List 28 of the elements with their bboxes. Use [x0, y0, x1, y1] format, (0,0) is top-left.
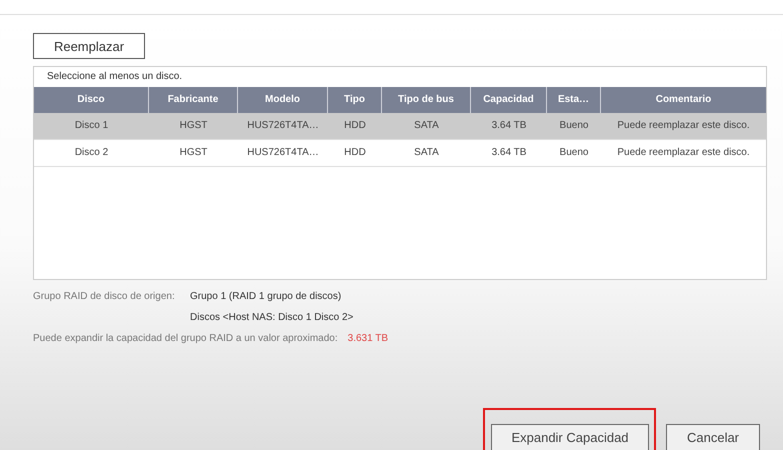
table-cell-text: HUS726T4TA… — [246, 119, 320, 133]
table-cell-text: 3.64 TB — [490, 119, 528, 133]
table-caption: Seleccione al menos un disco. — [46, 70, 184, 84]
table-cell-text: Bueno — [558, 146, 590, 160]
table-row[interactable]: Disco 1 HGST HUS726T4TA… HDD SATA 3.64 TB Bueno Puede reemplazar este disco. — [34, 113, 766, 140]
expand-capacity-label: Puede expandir la capacidad del grupo RAID a un valor aproximado: — [33, 332, 338, 346]
table-cell-text: 3.64 TB — [490, 146, 528, 160]
capacity-value: 3.631 TB — [348, 332, 388, 346]
source-group-value: Grupo 1 (RAID 1 grupo de discos) — [190, 290, 342, 304]
table-cell-text: Disco 1 — [74, 119, 110, 133]
dialog-button[interactable]: Cancelar — [666, 424, 760, 450]
replace-button[interactable]: Reemplazar — [33, 33, 145, 59]
dialog-button[interactable]: Expandir Capacidad — [491, 424, 649, 450]
column-header[interactable]: Comentario — [601, 87, 766, 113]
source-group-label: Grupo RAID de disco de origen: — [33, 290, 176, 304]
table-cell-text: SATA — [413, 146, 440, 160]
table-cell-text: HDD — [343, 119, 367, 133]
table-cell-text: Disco 2 — [74, 146, 110, 160]
table-cell-text: HDD — [343, 146, 367, 160]
table-cell-text: HGST — [178, 146, 208, 160]
table-cell-text: SATA — [413, 119, 440, 133]
table-cell-text: HGST — [178, 119, 208, 133]
table-cell-text: HUS726T4TA… — [246, 146, 320, 160]
source-disks-value: Discos <Host NAS: Disco 1 Disco 2> — [190, 311, 354, 325]
table-cell-text: Puede reemplazar este disco. — [616, 146, 751, 160]
table-cell-text: Bueno — [558, 119, 590, 133]
table-row[interactable]: Disco 2 HGST HUS726T4TA… HDD SATA 3.64 TB Bueno Puede reemplazar este disco. — [34, 140, 766, 167]
table-cell-text: Puede reemplazar este disco. — [616, 119, 751, 133]
